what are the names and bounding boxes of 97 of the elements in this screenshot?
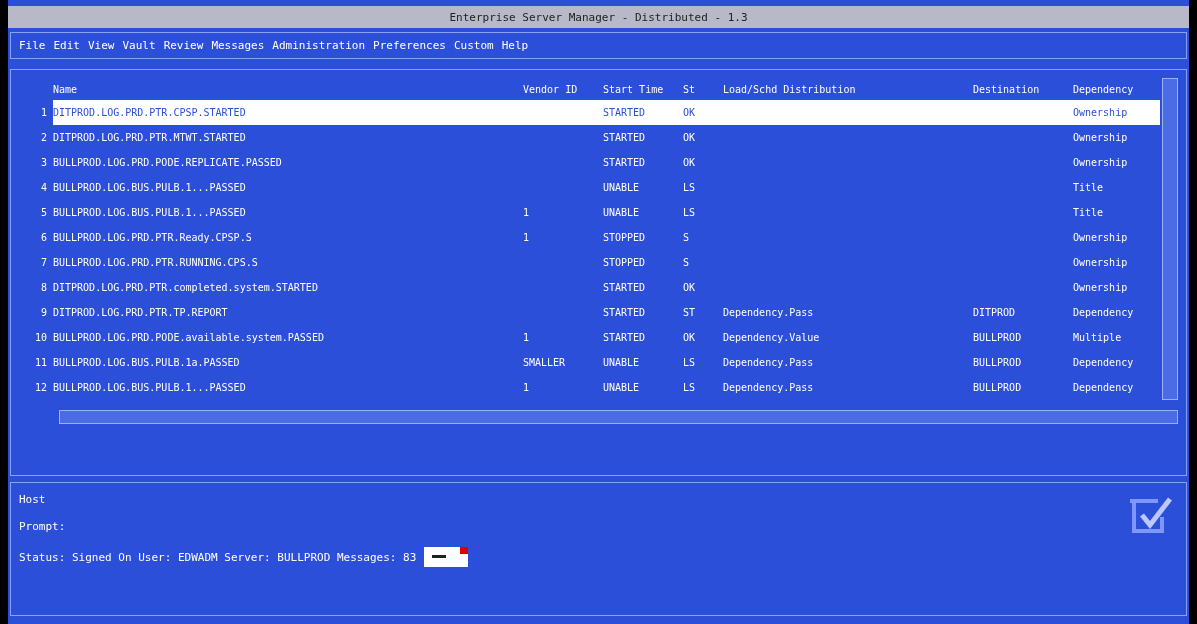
table-cell-text: STARTED [603, 131, 647, 145]
table-cell-text: OK [683, 156, 697, 170]
status-text: Status: Signed On User: EDWADM Server: BULLPROD Messages: 83 [19, 550, 417, 564]
row-number: 12 [33, 381, 48, 395]
column-header[interactable]: Name [53, 78, 523, 100]
table-cell-text: STARTED [603, 106, 647, 120]
column-header[interactable]: Destination [973, 78, 1073, 100]
table-cell-text: DITPROD.LOG.PRD.PTR.CPSP.STARTED [53, 106, 247, 120]
table-cell-text: BULLPROD [973, 356, 1023, 370]
menu-item[interactable]: Administration [272, 39, 366, 52]
table-cell-text: Title [1073, 206, 1105, 220]
column-header[interactable]: Vendor ID [523, 78, 603, 100]
table-cell-text: BULLPROD.LOG.BUS.PULB.1...PASSED [53, 206, 247, 220]
table-cell-text: OK [683, 131, 697, 145]
table-cell-text: STARTED [603, 306, 647, 320]
menu-item[interactable]: Help [501, 39, 529, 52]
row-number: 5 [39, 206, 48, 220]
table-cell-text: BULLPROD.LOG.PRD.PTR.RUNNING.CPS.S [53, 256, 259, 270]
table-cell-text: 1 [523, 381, 531, 395]
table-cell-text: Ownership [1073, 131, 1129, 145]
table-cell-text: 1 [523, 331, 531, 345]
table-cell-text: BULLPROD.LOG.PRD.PODE.REPLICATE.PASSED [53, 156, 283, 170]
table-cell-text: DITPROD.LOG.PRD.PTR.MTWT.STARTED [53, 131, 247, 145]
column-header[interactable]: Dependency [1073, 78, 1160, 100]
table-cell-text: Ownership [1073, 106, 1129, 120]
table-cell-text: LS [683, 381, 697, 395]
table-cell-text: S [683, 231, 691, 245]
table-cell-text: DITPROD.LOG.PRD.PTR.TP.REPORT [53, 306, 229, 320]
menu-item[interactable]: Vault [122, 39, 156, 52]
table-cell-text: Multiple [1073, 331, 1123, 345]
table-cell-text: Title [1073, 181, 1105, 195]
row-number: 8 [39, 281, 48, 295]
table-cell-text: Ownership [1073, 231, 1129, 245]
menu-item[interactable]: Custom [453, 39, 494, 52]
table-cell-text: 1 [523, 206, 531, 220]
table-cell-text: STARTED [603, 331, 647, 345]
table-cell-text: S [683, 256, 691, 270]
column-header[interactable]: Start Time [603, 78, 683, 100]
prompt-label: Prompt: [19, 520, 67, 533]
menu-item[interactable]: File [19, 39, 46, 52]
table-cell-text: Dependency.Value [723, 331, 821, 345]
table-cell-text: LS [683, 181, 697, 195]
table-cell-text: BULLPROD.LOG.BUS.PULB.1a.PASSED [53, 356, 241, 370]
window-title: Enterprise Server Manager - Distributed - 1.3 [8, 6, 1189, 28]
table-cell-text: Dependency [1073, 306, 1135, 320]
check-icon [1128, 495, 1172, 535]
menu-item[interactable]: Preferences [373, 39, 446, 52]
table-cell-text: SMALLER [523, 356, 567, 370]
row-number: 10 [33, 331, 48, 345]
column-header[interactable]: St [683, 78, 723, 100]
row-number: 3 [39, 156, 48, 170]
table-cell-text: BULLPROD.LOG.PRD.PTR.Ready.CPSP.S [53, 231, 253, 245]
row-number: 1 [39, 106, 48, 120]
table-cell-text: STARTED [603, 156, 647, 170]
table-cell-text: LS [683, 206, 697, 220]
table-cell-text: ST [683, 306, 697, 320]
table-cell-text: 1 [523, 231, 531, 245]
row-number: 6 [39, 231, 48, 245]
table-cell-text: UNABLE [603, 181, 641, 195]
table-cell-text: LS [683, 356, 697, 370]
menu-item[interactable]: Edit [53, 39, 80, 52]
table-cell-text: Ownership [1073, 156, 1129, 170]
row-number: 2 [39, 131, 48, 145]
table-cell-text: Ownership [1073, 281, 1129, 295]
table-cell-text: UNABLE [603, 356, 641, 370]
table-cell-text: BULLPROD [973, 331, 1023, 345]
table-cell-text: BULLPROD.LOG.BUS.PULB.1...PASSED [53, 381, 247, 395]
table-cell-text: STOPPED [603, 256, 647, 270]
table-cell-text: BULLPROD [973, 381, 1023, 395]
table-cell-text: STOPPED [603, 231, 647, 245]
row-number: 7 [39, 256, 48, 270]
table-cell-text: BULLPROD.LOG.PRD.PODE.available.system.PASSED [53, 331, 325, 345]
table-cell-text: OK [683, 281, 697, 295]
table-cell-text: Dependency.Pass [723, 356, 815, 370]
horizontal-scrollbar[interactable] [59, 410, 1178, 424]
host-label: Host [19, 493, 47, 506]
table-cell-text: STARTED [603, 281, 647, 295]
table-cell-text: DITPROD [973, 306, 1017, 320]
menu-item[interactable]: View [88, 39, 115, 52]
table-cell-text: OK [683, 331, 697, 345]
table-cell-text: BULLPROD.LOG.BUS.PULB.1...PASSED [53, 181, 247, 195]
table-cell-text: DITPROD.LOG.PRD.PTR.completed.system.STARTED [53, 281, 319, 295]
table-cell-text: Dependency.Pass [723, 306, 815, 320]
table-cell-text: Dependency [1073, 381, 1135, 395]
table-cell-text: Dependency [1073, 356, 1135, 370]
row-number: 9 [39, 306, 48, 320]
row-number: 11 [33, 356, 48, 370]
table-cell-text: OK [683, 106, 697, 120]
column-header[interactable]: Load/Schd Distribution [723, 78, 973, 100]
table-cell-text: Ownership [1073, 256, 1129, 270]
row-number: 4 [39, 181, 48, 195]
menu-item[interactable]: Messages [211, 39, 265, 52]
table-cell-text: UNABLE [603, 381, 641, 395]
menu-item[interactable]: Review [163, 39, 204, 52]
table-cell-text: Dependency.Pass [723, 381, 815, 395]
table-cell-text: UNABLE [603, 206, 641, 220]
vertical-scrollbar[interactable] [1162, 78, 1178, 400]
